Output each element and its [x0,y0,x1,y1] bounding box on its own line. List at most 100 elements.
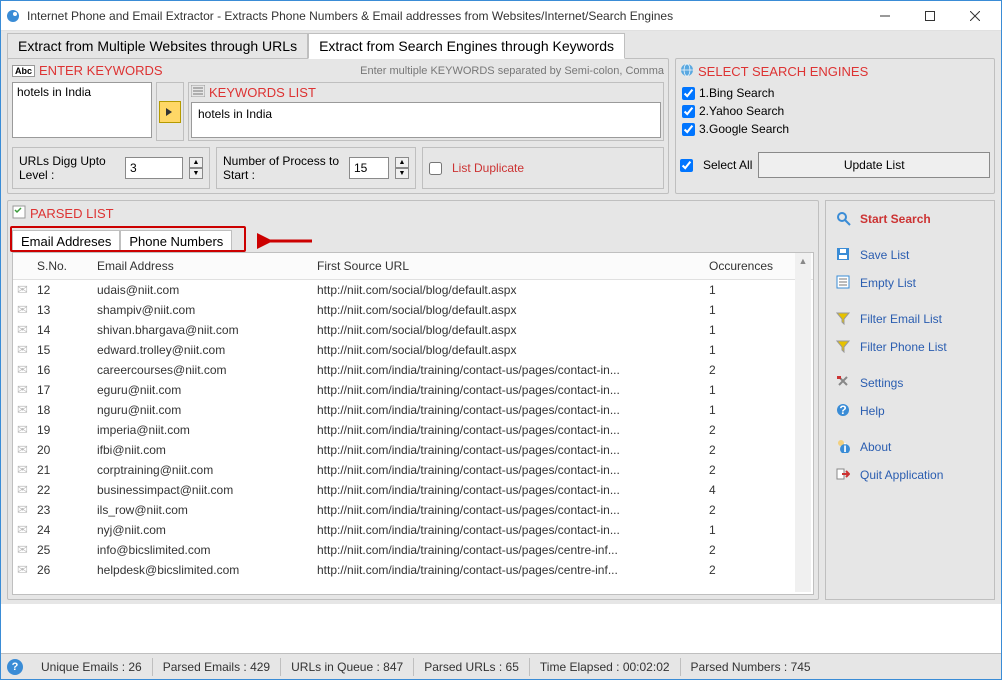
table-body[interactable]: ✉12udais@niit.comhttp://niit.com/social/… [13,280,813,594]
save-list-button[interactable]: Save List [834,241,986,269]
cell-sn: 26 [37,563,97,577]
empty-list-button[interactable]: Empty List [834,269,986,297]
cell-sn: 22 [37,483,97,497]
cell-occ: 2 [709,563,809,577]
se-item-google[interactable]: 3.Google Search [682,120,990,138]
tab-email-addresses[interactable]: Email Addreses [12,230,120,253]
cell-occ: 1 [709,523,809,537]
help-circle-icon[interactable]: ? [7,659,23,675]
digg-spinner[interactable]: ▲▼ [189,157,203,179]
table-row[interactable]: ✉15edward.trolley@niit.comhttp://niit.co… [13,340,813,360]
update-list-button[interactable]: Update List [758,152,990,178]
table-row[interactable]: ✉16careercourses@niit.comhttp://niit.com… [13,360,813,380]
tab-keywords[interactable]: Extract from Search Engines through Keyw… [308,33,625,59]
filter-phone-label: Filter Phone List [860,340,947,354]
minimize-button[interactable] [862,1,907,31]
table-row[interactable]: ✉19imperia@niit.comhttp://niit.com/india… [13,420,813,440]
digg-level-input[interactable] [125,157,183,179]
cell-sn: 24 [37,523,97,537]
mail-icon: ✉ [17,562,37,578]
cell-occ: 2 [709,443,809,457]
table-row[interactable]: ✉25info@bicslimited.comhttp://niit.com/i… [13,540,813,560]
mail-icon: ✉ [17,422,37,438]
col-url[interactable]: First Source URL [317,259,709,273]
filter-email-button[interactable]: Filter Email List [834,305,986,333]
help-button[interactable]: ? Help [834,397,986,425]
col-occurences[interactable]: Occurences [709,259,809,273]
enter-keywords-title: ENTER KEYWORDS [39,63,163,78]
mail-icon: ✉ [17,282,37,298]
table-row[interactable]: ✉24nyj@niit.comhttp://niit.com/india/tra… [13,520,813,540]
cell-occ: 1 [709,343,809,357]
mail-icon: ✉ [17,502,37,518]
quit-label: Quit Application [860,468,943,482]
checklist-icon [12,205,26,222]
close-button[interactable] [952,1,997,31]
cell-email: imperia@niit.com [97,423,317,437]
list-duplicate-label: List Duplicate [452,161,524,175]
add-keyword-button[interactable] [159,101,181,123]
table-row[interactable]: ✉13shampiv@niit.comhttp://niit.com/socia… [13,300,813,320]
se-yahoo-checkbox[interactable] [682,105,695,118]
keywords-list-title: KEYWORDS LIST [209,85,316,100]
process-spinner[interactable]: ▲▼ [395,157,409,179]
mail-icon: ✉ [17,462,37,478]
scroll-up-icon[interactable]: ▲ [795,253,811,269]
se-item-bing[interactable]: 1.Bing Search [682,84,990,102]
quit-button[interactable]: Quit Application [834,461,986,489]
table-row[interactable]: ✉23ils_row@niit.comhttp://niit.com/india… [13,500,813,520]
help-label: Help [860,404,885,418]
table-row[interactable]: ✉17eguru@niit.comhttp://niit.com/india/t… [13,380,813,400]
keywords-input[interactable] [12,82,152,138]
se-item-yahoo[interactable]: 2.Yahoo Search [682,102,990,120]
status-time-elapsed: Time Elapsed : 00:02:02 [530,658,681,676]
filter-phone-button[interactable]: Filter Phone List [834,333,986,361]
table-row[interactable]: ✉12udais@niit.comhttp://niit.com/social/… [13,280,813,300]
app-icon [5,8,21,24]
settings-button[interactable]: Settings [834,369,986,397]
start-search-button[interactable]: Start Search [834,205,986,233]
status-parsed-numbers: Parsed Numbers : 745 [681,658,821,676]
select-all-checkbox[interactable] [680,159,693,172]
process-count-input[interactable] [349,157,389,179]
table-row[interactable]: ✉14shivan.bhargava@niit.comhttp://niit.c… [13,320,813,340]
window-title: Internet Phone and Email Extractor - Ext… [27,9,862,23]
cell-email: nguru@niit.com [97,403,317,417]
save-icon [836,247,854,263]
empty-icon [836,275,854,291]
cell-email: helpdesk@bicslimited.com [97,563,317,577]
col-email[interactable]: Email Address [97,259,317,273]
table-row[interactable]: ✉21corptraining@niit.comhttp://niit.com/… [13,460,813,480]
arrow-annotation [257,228,317,254]
se-bing-checkbox[interactable] [682,87,695,100]
col-sn[interactable]: S.No. [17,259,97,273]
table-row[interactable]: ✉22businessimpact@niit.comhttp://niit.co… [13,480,813,500]
about-button[interactable]: i About [834,433,986,461]
cell-sn: 20 [37,443,97,457]
mail-icon: ✉ [17,442,37,458]
cell-sn: 23 [37,503,97,517]
cell-email: businessimpact@niit.com [97,483,317,497]
tab-phone-numbers[interactable]: Phone Numbers [120,230,232,253]
cell-email: ils_row@niit.com [97,503,317,517]
table-row[interactable]: ✉18nguru@niit.comhttp://niit.com/india/t… [13,400,813,420]
help-icon: ? [836,403,854,419]
scrollbar[interactable]: ▲ [795,253,811,592]
cell-occ: 1 [709,303,809,317]
se-google-label: 3.Google Search [699,122,789,136]
tab-urls[interactable]: Extract from Multiple Websites through U… [7,33,308,59]
table-row[interactable]: ✉20ifbi@niit.comhttp://niit.com/india/tr… [13,440,813,460]
parsed-table: S.No. Email Address First Source URL Occ… [12,252,814,595]
table-row[interactable]: ✉26helpdesk@bicslimited.comhttp://niit.c… [13,560,813,580]
add-keyword-wrap [156,82,184,141]
cell-url: http://niit.com/india/training/contact-u… [317,483,709,497]
svg-text:?: ? [839,403,846,417]
list-duplicate-checkbox[interactable] [429,162,442,175]
se-google-checkbox[interactable] [682,123,695,136]
digg-label: URLs Digg Upto Level : [19,154,119,182]
maximize-button[interactable] [907,1,952,31]
keywords-list[interactable]: hotels in India [191,102,661,138]
cell-url: http://niit.com/social/blog/default.aspx [317,303,709,317]
cell-url: http://niit.com/india/training/contact-u… [317,463,709,477]
titlebar: Internet Phone and Email Extractor - Ext… [1,1,1001,31]
